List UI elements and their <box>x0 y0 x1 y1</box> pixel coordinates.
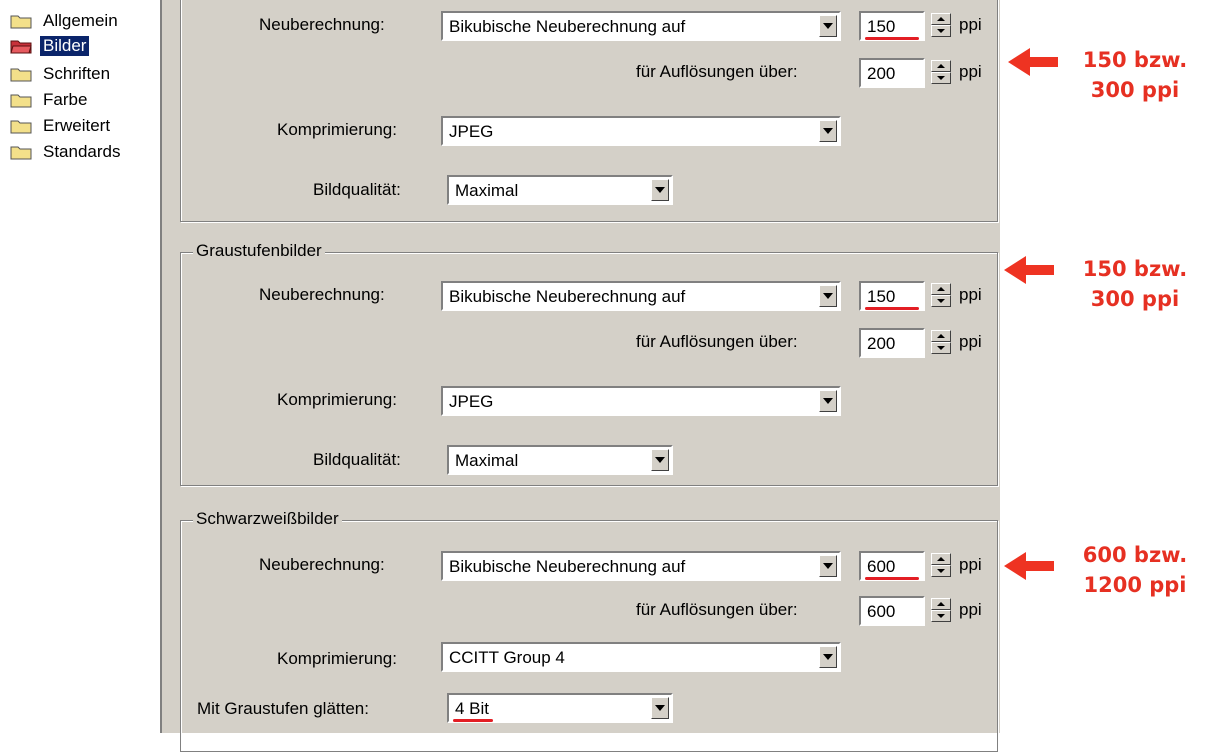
folder-icon <box>10 94 32 108</box>
resample-label: Neuberechnung: <box>259 285 385 304</box>
chevron-down-icon[interactable] <box>651 449 669 471</box>
resample-label: Neuberechnung: <box>259 15 385 34</box>
chevron-down-icon[interactable] <box>819 646 837 668</box>
sidebar-item-label: Erweitert <box>43 116 111 135</box>
group-title: Graustufenbilder <box>193 241 325 261</box>
ppi-spinner[interactable] <box>931 13 951 39</box>
images-settings-panel: Neuberechnung: Bikubische Neuberechnung … <box>162 0 1000 752</box>
red-underline-mark <box>453 719 493 722</box>
ppi-spinner[interactable] <box>931 553 951 579</box>
chevron-down-icon[interactable] <box>819 120 837 142</box>
sidebar-item-allgemein[interactable]: Allgemein <box>10 10 121 32</box>
resample-label: Neuberechnung: <box>259 555 385 574</box>
red-underline-mark <box>865 307 919 310</box>
red-underline-mark <box>865 37 919 40</box>
chevron-down-icon[interactable] <box>651 697 669 719</box>
above-label: für Auflösungen über: <box>636 600 798 619</box>
quality-select[interactable]: Maximal <box>447 445 673 475</box>
folder-icon <box>10 146 32 160</box>
quality-label: Bildqualität: <box>313 450 401 469</box>
sidebar-item-erweitert[interactable]: Erweitert <box>10 115 113 137</box>
group-title: Schwarzweißbilder <box>193 509 342 529</box>
sidebar-item-label: Allgemein <box>43 11 118 30</box>
above-spinner[interactable] <box>931 598 951 624</box>
sidebar-item-bilder[interactable]: Bilder <box>10 35 90 57</box>
folder-icon <box>10 120 32 134</box>
folder-icon <box>10 68 32 82</box>
sidebar-item-label: Farbe <box>43 90 88 109</box>
resample-ppi-input[interactable]: 150 <box>859 11 925 41</box>
sidebar-item-label: Schriften <box>43 64 111 83</box>
compression-label: Komprimierung: <box>277 390 397 409</box>
arrow-left-icon <box>1008 48 1058 76</box>
chevron-down-icon[interactable] <box>651 179 669 201</box>
sidebar-item-label: Standards <box>43 142 121 161</box>
annotation-note-1: 150 bzw. 300 ppi <box>1082 48 1188 102</box>
red-underline-mark <box>865 577 919 580</box>
chevron-down-icon[interactable] <box>819 555 837 577</box>
resample-ppi-input[interactable]: 150 <box>859 281 925 311</box>
sidebar-item-farbe[interactable]: Farbe <box>10 89 90 111</box>
resample-select[interactable]: Bikubische Neuberechnung auf <box>441 551 841 581</box>
above-ppi-input[interactable]: 200 <box>859 328 925 358</box>
chevron-down-icon[interactable] <box>819 285 837 307</box>
sidebar-item-label: Bilder <box>40 36 90 56</box>
folder-open-icon <box>10 40 32 54</box>
smoothing-select[interactable]: 4 Bit <box>447 693 673 723</box>
above-ppi-input[interactable]: 200 <box>859 58 925 88</box>
monochrome-images-group: Schwarzweißbilder Neuberechnung: Bikubis… <box>180 509 998 752</box>
unit-label: ppi <box>959 62 982 81</box>
compression-label: Komprimierung: <box>277 649 397 668</box>
annotation-note-2: 150 bzw. 300 ppi <box>1082 257 1188 311</box>
unit-label: ppi <box>959 332 982 351</box>
unit-label: ppi <box>959 15 982 34</box>
arrow-left-icon <box>1004 552 1054 580</box>
resample-select[interactable]: Bikubische Neuberechnung auf <box>441 281 841 311</box>
folder-icon <box>10 15 32 29</box>
ppi-spinner[interactable] <box>931 283 951 309</box>
above-spinner[interactable] <box>931 330 951 356</box>
compression-label: Komprimierung: <box>277 120 397 139</box>
above-label: für Auflösungen über: <box>636 332 798 351</box>
grayscale-images-group: Graustufenbilder Neuberechnung: Bikubisc… <box>180 241 998 486</box>
compression-select[interactable]: JPEG <box>441 386 841 416</box>
unit-label: ppi <box>959 555 982 574</box>
above-spinner[interactable] <box>931 60 951 86</box>
above-ppi-input[interactable]: 600 <box>859 596 925 626</box>
quality-select[interactable]: Maximal <box>447 175 673 205</box>
unit-label: ppi <box>959 600 982 619</box>
sidebar-item-schriften[interactable]: Schriften <box>10 63 113 85</box>
resample-select[interactable]: Bikubische Neuberechnung auf <box>441 11 841 41</box>
quality-label: Bildqualität: <box>313 180 401 199</box>
above-label: für Auflösungen über: <box>636 62 798 81</box>
unit-label: ppi <box>959 285 982 304</box>
color-images-group: Neuberechnung: Bikubische Neuberechnung … <box>180 0 998 222</box>
resample-ppi-input[interactable]: 600 <box>859 551 925 581</box>
chevron-down-icon[interactable] <box>819 390 837 412</box>
chevron-down-icon[interactable] <box>819 15 837 37</box>
smoothing-label: Mit Graustufen glätten: <box>197 699 369 718</box>
sidebar-item-standards[interactable]: Standards <box>10 141 124 163</box>
annotation-note-3: 600 bzw. 1200 ppi <box>1082 543 1188 597</box>
compression-select[interactable]: JPEG <box>441 116 841 146</box>
arrow-left-icon <box>1004 256 1054 284</box>
compression-select[interactable]: CCITT Group 4 <box>441 642 841 672</box>
category-sidebar: Allgemein Bilder Schriften Farbe Erweite… <box>0 0 160 733</box>
